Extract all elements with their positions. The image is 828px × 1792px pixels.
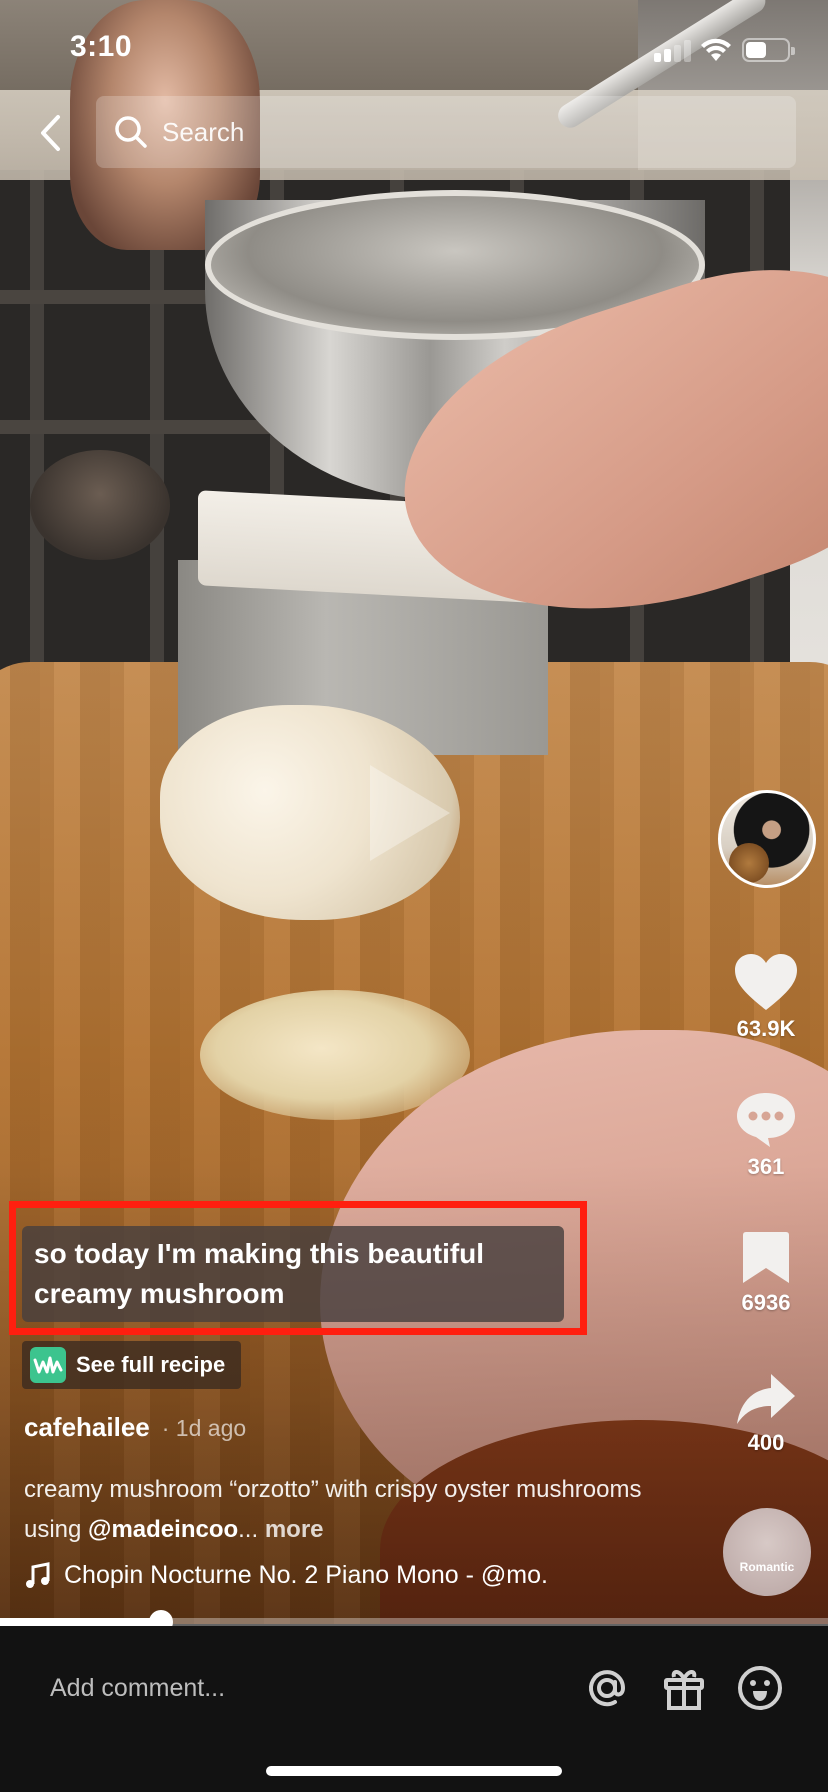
search-placeholder: Search (162, 116, 245, 147)
add-comment-input[interactable] (50, 1668, 530, 1708)
music-note-icon (26, 1561, 50, 1588)
progress-fill (0, 1618, 162, 1626)
recipe-app-icon (30, 1347, 66, 1383)
battery-icon (742, 38, 795, 62)
description-ellipsis: ... (238, 1516, 259, 1543)
comment-bar (0, 1626, 828, 1792)
creator-avatar[interactable] (718, 790, 816, 888)
bookmark-button[interactable]: 6936 (716, 1230, 816, 1316)
status-time: 3:10 (70, 30, 133, 63)
music-title: Chopin Nocturne No. 2 Piano Mono - @mo. (64, 1561, 548, 1589)
at-mention-icon[interactable] (583, 1664, 631, 1712)
bookmark-count: 6936 (741, 1290, 791, 1315)
like-count: 63.9K (736, 1016, 796, 1041)
post-timestamp: · 1d ago (161, 1415, 247, 1441)
author-username[interactable]: cafehailee (24, 1412, 150, 1443)
comment-count: 361 (747, 1154, 785, 1179)
recipe-label: See full recipe (76, 1352, 226, 1377)
share-button[interactable]: 400 (716, 1372, 816, 1456)
emoji-icon[interactable] (736, 1664, 784, 1712)
sound-disc-label: Romantic (739, 1560, 795, 1574)
author-row: cafehailee · 1d ago (24, 1412, 246, 1443)
video-scene-burner (30, 450, 170, 560)
like-button[interactable]: 63.9K (716, 952, 816, 1042)
caption-highlight-box (9, 1201, 587, 1335)
share-count: 400 (747, 1430, 785, 1455)
play-icon[interactable] (370, 765, 450, 861)
status-bar: 3:10 (0, 0, 828, 100)
heart-icon (735, 954, 797, 1010)
search-icon (115, 116, 147, 148)
music-row[interactable]: Chopin Nocturne No. 2 Piano Mono - @mo. (24, 1561, 548, 1590)
comment-button[interactable]: 361 (716, 1090, 816, 1180)
cellular-signal-icon (654, 40, 692, 62)
home-indicator[interactable] (266, 1766, 562, 1776)
share-arrow-icon (737, 1374, 795, 1424)
search-bar[interactable]: Search (96, 96, 796, 168)
see-full-recipe-button[interactable]: See full recipe (22, 1341, 242, 1389)
gift-icon[interactable] (660, 1664, 708, 1712)
sound-disc[interactable]: Romantic (723, 1508, 811, 1596)
mention-link[interactable]: @madeincoo (88, 1516, 238, 1543)
post-description: creamy mushroom “orzotto” with crispy oy… (24, 1470, 664, 1550)
comment-bubble-icon (737, 1093, 795, 1147)
bookmark-icon (743, 1232, 789, 1283)
wifi-icon (701, 38, 731, 61)
more-link[interactable]: more (258, 1516, 324, 1543)
video-progress-bar[interactable] (0, 1610, 828, 1634)
back-button[interactable] (30, 108, 70, 158)
chevron-left-icon (41, 115, 60, 151)
